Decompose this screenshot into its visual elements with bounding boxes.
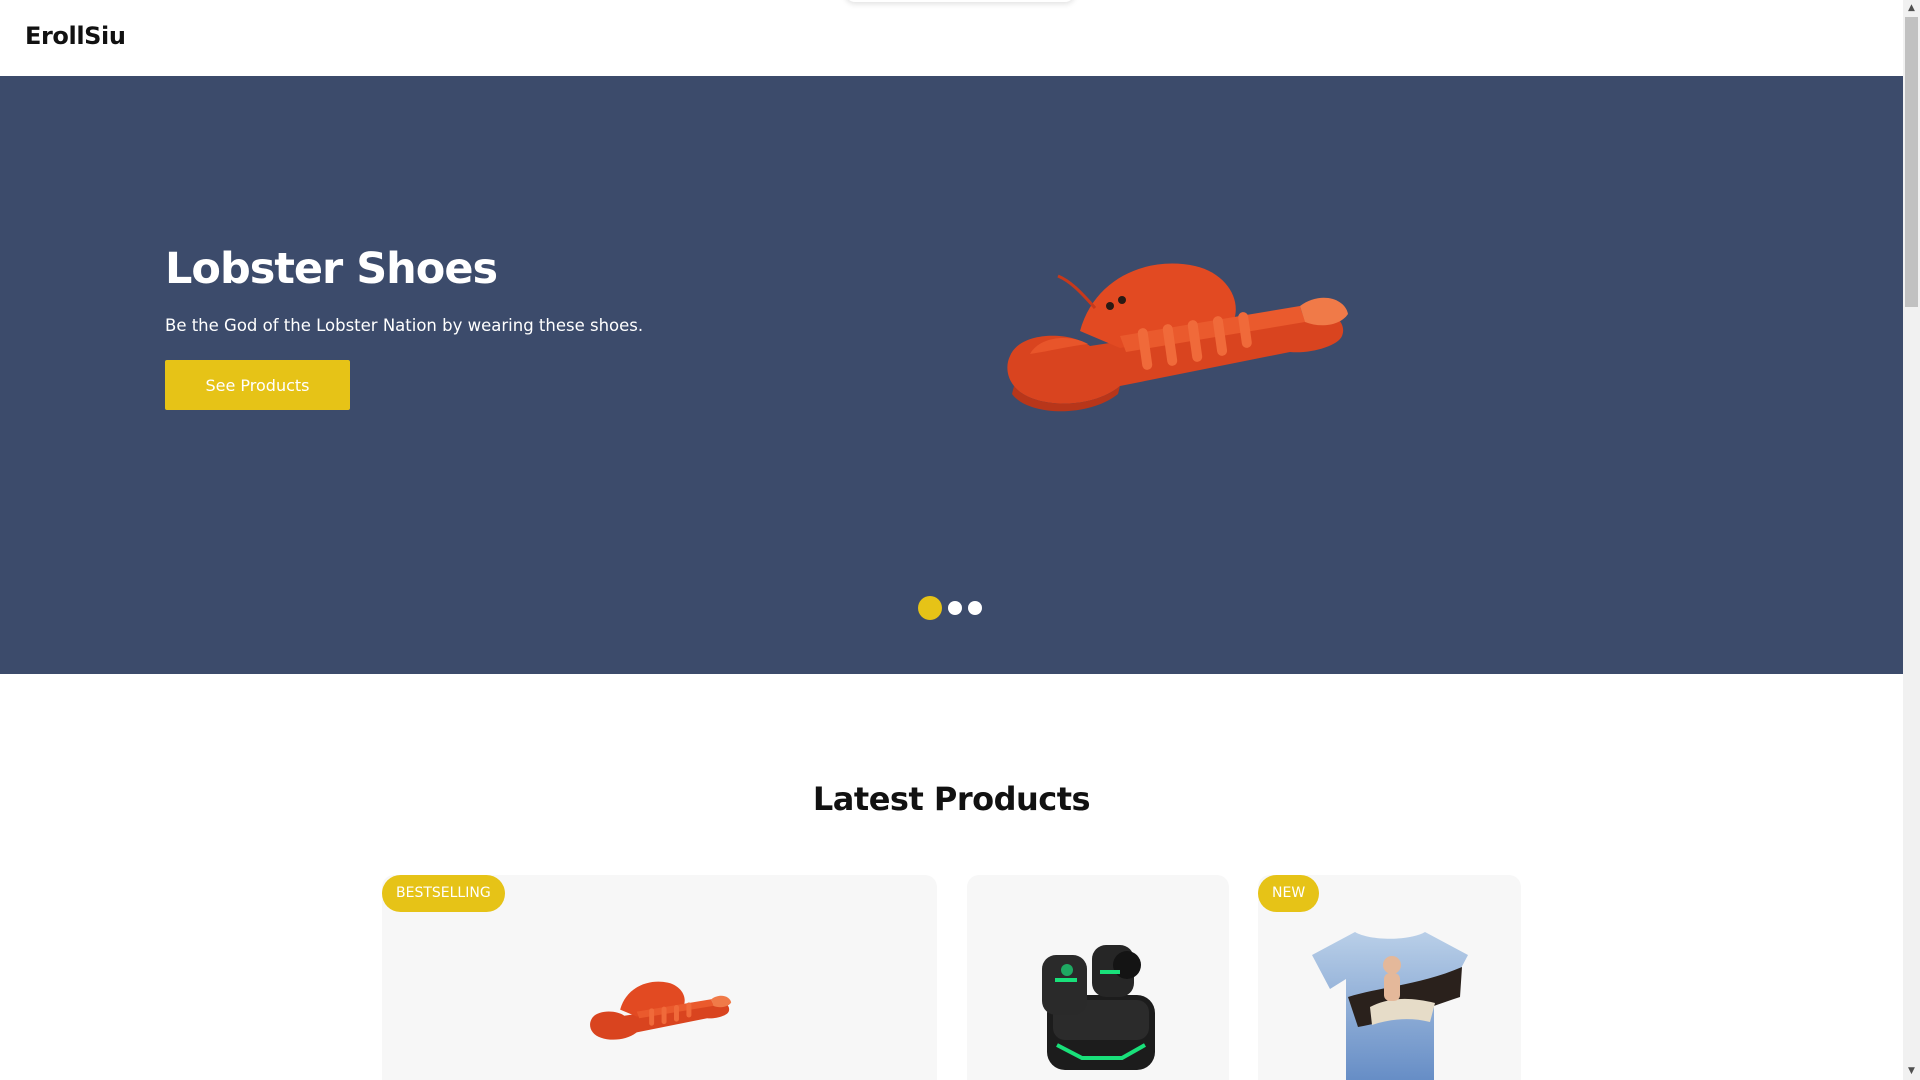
hero-description: Be the God of the Lobster Nation by wear…	[165, 316, 644, 335]
new-badge: NEW	[1258, 875, 1320, 912]
carousel-dot-3[interactable]	[968, 601, 982, 615]
scroll-down-arrow-icon[interactable]: ▼	[1903, 1063, 1920, 1080]
scroll-up-arrow-icon[interactable]: ▲	[1903, 0, 1920, 17]
nav-dropdown-edge	[845, 0, 1075, 2]
see-products-button[interactable]: See Products	[165, 360, 350, 410]
lobster-shoe-thumbnail	[590, 981, 732, 1040]
page: ErollSiu Lobster Shoes Be the God of the…	[0, 0, 1903, 1080]
vertical-scrollbar[interactable]: ▲ ▼	[1903, 0, 1920, 1080]
carousel-dot-2[interactable]	[948, 601, 962, 615]
product-card-lobster-shoes[interactable]: BESTSELLING	[382, 875, 937, 1080]
product-card-tshirt[interactable]: NEW	[1258, 875, 1521, 1080]
brand-logo[interactable]: ErollSiu	[25, 22, 126, 50]
bestselling-badge: BESTSELLING	[382, 875, 505, 912]
eagle-tshirt-thumbnail	[1312, 932, 1468, 1080]
scrollbar-thumb[interactable]	[1905, 17, 1918, 307]
carousel-indicators	[918, 595, 982, 621]
hero-carousel: Lobster Shoes Be the God of the Lobster …	[0, 76, 1903, 674]
lobster-shoe-image	[1007, 263, 1348, 412]
hero-title: Lobster Shoes	[165, 244, 498, 294]
gaming-earbuds-thumbnail	[1042, 945, 1155, 1070]
carousel-dot-1[interactable]	[918, 596, 942, 620]
product-card-earbuds[interactable]	[967, 875, 1229, 1080]
latest-products-title: Latest Products	[812, 780, 1091, 818]
top-navbar: ErollSiu	[0, 0, 1903, 76]
